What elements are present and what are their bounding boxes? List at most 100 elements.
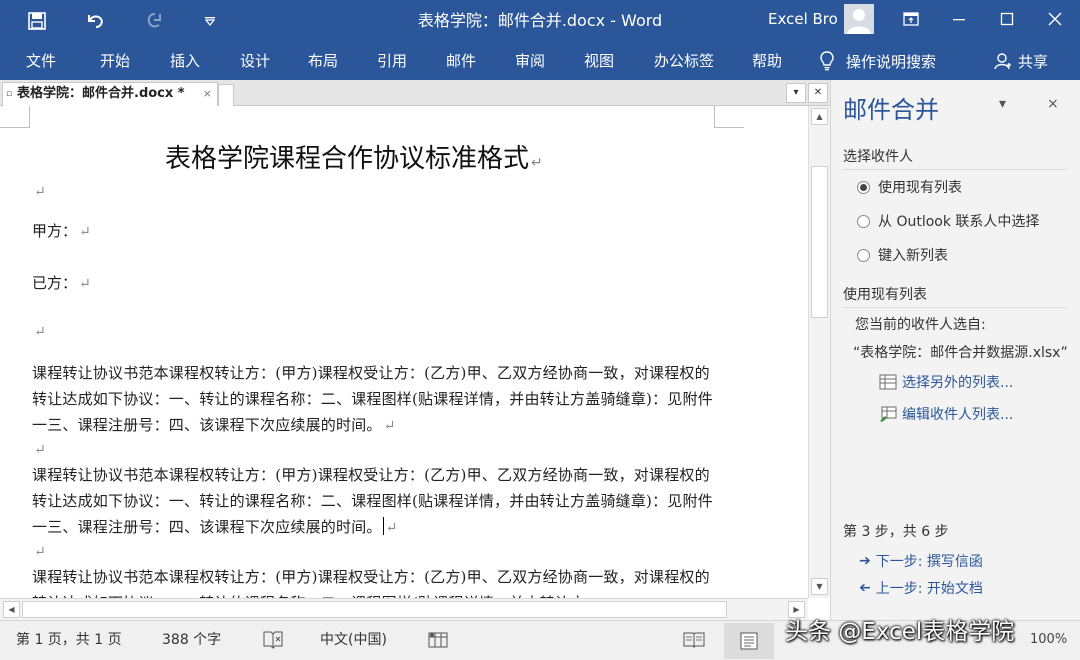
person-icon	[994, 53, 1011, 70]
zoom-level[interactable]: 100%	[1030, 621, 1067, 660]
paragraph-mark: ↵	[34, 184, 46, 200]
paragraph-mark: ↵	[79, 276, 91, 292]
language-indicator[interactable]: 中文(中国)	[320, 621, 387, 660]
empty-paragraph[interactable]: ↵	[32, 322, 46, 340]
minimize-icon[interactable]	[936, 0, 982, 38]
edit-recipient-list-link[interactable]: 编辑收件人列表...	[879, 404, 1013, 424]
previous-step-link[interactable]: ➔ 上一步: 开始文档	[859, 578, 983, 598]
maximize-icon[interactable]	[984, 0, 1030, 38]
page-margin-corner-right	[714, 106, 744, 128]
table-list-icon	[879, 374, 897, 390]
arrow-right-icon: ➔	[859, 553, 871, 569]
ribbon-display-options-icon[interactable]	[888, 0, 934, 38]
document-heading[interactable]: 表格学院课程合作协议标准格式 ↵	[165, 138, 543, 175]
avatar[interactable]	[844, 4, 874, 34]
paragraph-mark: ↵	[34, 324, 46, 340]
option-label: 从 Outlook 联系人中选择	[878, 214, 1040, 230]
mail-merge-pane: 邮件合并 ▾ × 选择收件人 使用现有列表 从 Outlook 联系人中选择 键…	[830, 80, 1080, 620]
document-page[interactable]: 表格学院课程合作协议标准格式 ↵ ↵ 甲方： ↵ 已方： ↵ ↵ 课程转让协议书范本课…	[0, 106, 808, 598]
proofing-icon[interactable]	[262, 630, 284, 654]
agreement-paragraph-3[interactable]: 课程转让协议书范本课程权转让方：(甲方)课程权受让方：(乙方)甲、乙双方经协商一…	[32, 564, 722, 598]
word-count[interactable]: 388 个字	[162, 621, 221, 660]
select-other-list-link[interactable]: 选择另外的列表...	[879, 372, 1013, 392]
tab-pin-icon[interactable]: ▫	[6, 83, 12, 105]
horizontal-scrollbar[interactable]: ◀ ▶	[0, 598, 808, 620]
tab-help[interactable]: 帮助	[752, 42, 782, 80]
share-label: 共享	[1018, 52, 1049, 71]
tab-close-icon[interactable]: ×	[203, 83, 212, 105]
use-existing-heading: 使用现有列表	[843, 284, 1067, 308]
option-outlook-contacts[interactable]: 从 Outlook 联系人中选择	[857, 211, 1039, 231]
radio-selected[interactable]	[857, 180, 870, 194]
option-type-new-list[interactable]: 键入新列表	[857, 245, 948, 265]
agreement-paragraph-1[interactable]: 课程转让协议书范本课程权转让方：(甲方)课程权受让方：(乙方)甲、乙双方经协商一…	[32, 360, 722, 439]
pane-close-icon[interactable]: ×	[1047, 96, 1059, 112]
close-document-icon[interactable]: ✕	[808, 83, 828, 103]
tab-view[interactable]: 视图	[584, 42, 614, 80]
watermark-text: 头条 @Excel表格学院	[785, 619, 1015, 645]
user-avatar-icon	[847, 9, 871, 34]
pane-title: 邮件合并	[843, 96, 939, 124]
empty-paragraph[interactable]: ↵	[32, 182, 46, 200]
scroll-up-arrow-icon[interactable]: ▲	[811, 108, 828, 125]
data-source-file: “表格学院：邮件合并数据源.xlsx”	[853, 345, 1068, 361]
empty-paragraph[interactable]: ↵	[32, 542, 46, 560]
tab-layout[interactable]: 布局	[308, 42, 338, 80]
customize-quick-access-icon[interactable]	[198, 0, 222, 42]
paragraph-mark: ↵	[385, 520, 398, 536]
option-label: 使用现有列表	[878, 180, 962, 196]
tell-me-label: 操作说明搜索	[846, 52, 937, 71]
paragraph-mark: ↵	[531, 155, 543, 171]
party-a-line[interactable]: 甲方： ↵	[32, 220, 91, 241]
print-layout-button[interactable]	[724, 623, 774, 659]
option-use-existing-list[interactable]: 使用现有列表	[857, 177, 962, 197]
document-tab-strip: ▫ 表格学院：邮件合并.docx * × ▾ ✕	[0, 80, 830, 106]
document-tab[interactable]: ▫ 表格学院：邮件合并.docx * ×	[2, 82, 218, 106]
undo-icon[interactable]	[80, 0, 110, 42]
save-icon[interactable]	[22, 0, 52, 42]
tab-list-dropdown-icon[interactable]: ▾	[786, 83, 806, 103]
paragraph-mark: ↵	[34, 442, 46, 458]
tab-review[interactable]: 审阅	[515, 42, 545, 80]
vertical-scrollbar[interactable]: ▲ ▼	[808, 106, 830, 598]
tab-file[interactable]: 文件	[26, 42, 56, 80]
party-b-line[interactable]: 已方： ↵	[32, 272, 91, 293]
pane-options-icon[interactable]: ▾	[999, 96, 1006, 112]
select-recipients-heading: 选择收件人	[843, 146, 1067, 170]
next-step-link[interactable]: ➔ 下一步: 撰写信函	[859, 551, 983, 571]
tab-insert[interactable]: 插入	[170, 42, 200, 80]
page-count[interactable]: 第 1 页，共 1 页	[16, 621, 122, 660]
macro-recording-icon[interactable]	[428, 630, 448, 654]
arrow-left-icon: ➔	[859, 580, 871, 596]
read-mode-icon[interactable]	[682, 630, 706, 654]
edit-recipients-icon	[880, 406, 897, 422]
redo-icon[interactable]	[140, 0, 170, 42]
option-label: 键入新列表	[878, 248, 948, 264]
tab-home[interactable]: 开始	[100, 42, 130, 80]
current-recipients-from: 您当前的收件人选自:	[855, 317, 986, 333]
tab-references[interactable]: 引用	[377, 42, 407, 80]
step-indicator: 第 3 步，共 6 步	[843, 524, 949, 540]
lightbulb-icon	[820, 51, 834, 71]
paragraph-mark: ↵	[383, 418, 396, 434]
radio-unselected[interactable]	[857, 214, 870, 228]
tell-me-search[interactable]: 操作说明搜索	[820, 42, 936, 80]
close-window-icon[interactable]	[1032, 0, 1078, 38]
share-button[interactable]: 共享	[994, 42, 1048, 80]
tab-office-tab[interactable]: 办公标签	[654, 42, 714, 80]
agreement-paragraph-2[interactable]: 课程转让协议书范本课程权转让方：(甲方)课程权受让方：(乙方)甲、乙双方经协商一…	[32, 462, 722, 541]
tab-design[interactable]: 设计	[240, 42, 270, 80]
radio-unselected[interactable]	[857, 248, 870, 262]
scroll-down-arrow-icon[interactable]: ▼	[811, 578, 828, 595]
new-tab-button[interactable]	[218, 84, 234, 106]
vertical-scroll-thumb[interactable]	[811, 166, 828, 318]
paragraph-mark: ↵	[79, 224, 91, 240]
scroll-left-arrow-icon[interactable]: ◀	[3, 601, 20, 618]
title-bar: 表格学院：邮件合并.docx - Word Excel Bro	[0, 0, 1080, 42]
empty-paragraph[interactable]: ↵	[32, 440, 46, 458]
document-tab-label: 表格学院：邮件合并.docx *	[17, 86, 185, 101]
paragraph-mark: ↵	[34, 544, 46, 560]
horizontal-scroll-thumb[interactable]	[22, 601, 727, 618]
tab-mailings[interactable]: 邮件	[446, 42, 476, 80]
user-name[interactable]: Excel Bro	[768, 0, 838, 42]
